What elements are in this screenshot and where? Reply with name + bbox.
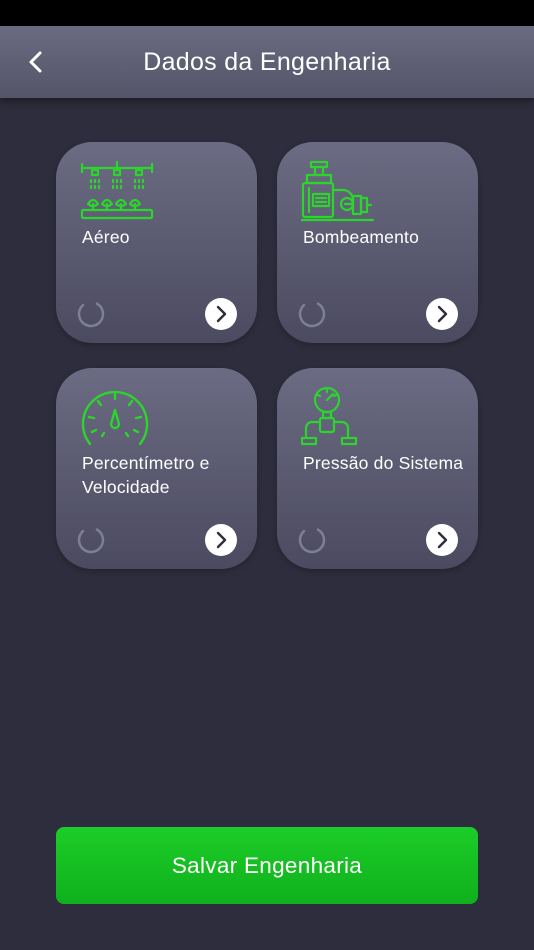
card-label: Pressão do Sistema [303, 453, 464, 473]
open-percentimetro-button[interactable] [205, 524, 237, 556]
open-bombeamento-button[interactable] [426, 298, 458, 330]
loading-spinner-icon [77, 300, 105, 328]
speedometer-icon [81, 390, 149, 446]
status-bar [0, 0, 534, 26]
loading-spinner-icon [298, 526, 326, 554]
app-header: Dados da Engenharia [0, 26, 534, 98]
card-bombeamento[interactable]: Bombeamento [277, 142, 478, 343]
page-title: Dados da Engenharia [143, 48, 391, 76]
loading-spinner-icon [298, 300, 326, 328]
card-pressao-sistema[interactable]: Pressão do Sistema [277, 368, 478, 569]
chevron-right-icon [216, 305, 227, 323]
pump-icon [301, 160, 375, 222]
loading-spinner-icon [77, 526, 105, 554]
save-engineering-button[interactable]: Salvar Engenharia [56, 827, 478, 904]
pressure-gauge-icon [301, 386, 358, 446]
chevron-right-icon [437, 305, 448, 323]
card-percentimetro-velocidade[interactable]: Percentímetro e Velocidade [56, 368, 257, 569]
card-label: Bombeamento [303, 227, 420, 247]
card-label: Aéreo [82, 227, 130, 247]
open-aereo-button[interactable] [205, 298, 237, 330]
chevron-right-icon [437, 531, 448, 549]
open-pressao-button[interactable] [426, 524, 458, 556]
chevron-right-icon [216, 531, 227, 549]
sprinkler-icon [80, 160, 154, 220]
card-aereo[interactable]: Aéreo [56, 142, 257, 343]
card-label: Percentímetro e Velocidade [82, 453, 210, 497]
